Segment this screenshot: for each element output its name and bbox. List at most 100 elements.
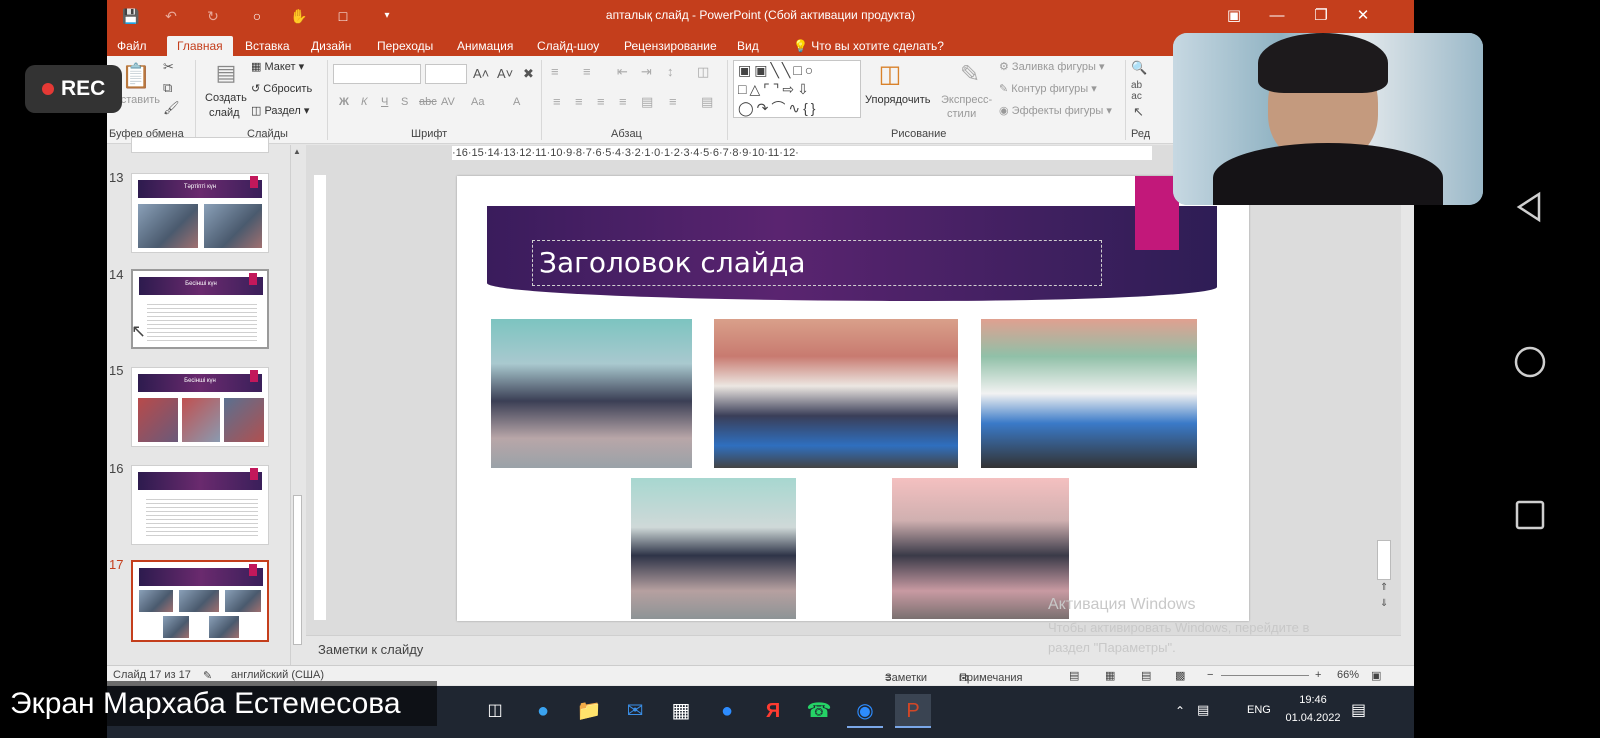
zoom-level[interactable]: 66%	[1337, 669, 1359, 681]
back-nav-icon[interactable]	[1513, 190, 1547, 224]
arrange-button[interactable]: Упорядочить	[865, 94, 930, 106]
previous-slide-icon[interactable]: ⇑	[1380, 582, 1388, 593]
bullets-icon[interactable]: ≡	[551, 64, 559, 79]
task-view-icon[interactable]: ◫	[477, 694, 513, 728]
yandex-icon[interactable]: Я	[755, 694, 791, 728]
slide-photo[interactable]	[631, 478, 796, 619]
scroll-up-icon[interactable]: ▲	[293, 147, 301, 156]
grow-font-icon[interactable]: A˄	[473, 66, 489, 81]
numbering-icon[interactable]: ≡	[583, 64, 591, 79]
powerpoint-taskbar-icon[interactable]: P	[895, 694, 931, 728]
char-spacing-button[interactable]: AV	[441, 96, 455, 108]
font-size-input[interactable]	[425, 64, 467, 84]
shape-fill-button[interactable]: ⚙ Заливка фигуры ▾	[999, 60, 1105, 73]
underline-button[interactable]: Ч	[381, 96, 388, 108]
slide-sorter-icon[interactable]: ▦	[1105, 669, 1115, 682]
bold-button[interactable]: Ж	[339, 96, 349, 108]
input-language[interactable]: ENG	[1247, 704, 1271, 716]
clock-time[interactable]: 19:46	[1283, 694, 1343, 706]
slide-photo[interactable]	[892, 478, 1069, 619]
file-explorer-icon[interactable]: 📁	[571, 694, 607, 728]
font-color-button[interactable]: A	[513, 96, 520, 108]
new-slide-label-1[interactable]: Создать	[205, 92, 247, 104]
fit-slide-icon[interactable]: ▣	[1371, 669, 1381, 682]
tab-file[interactable]: Файл	[107, 36, 157, 56]
zoom-in-icon[interactable]: +	[1315, 669, 1321, 681]
align-right-icon[interactable]: ≡	[597, 94, 605, 109]
shape-effects-button[interactable]: ◉ Эффекты фигуры ▾	[999, 104, 1112, 117]
slide-title-placeholder[interactable]: Заголовок слайда	[532, 240, 1102, 286]
strikethrough-button[interactable]: abc	[419, 96, 437, 108]
clear-format-icon[interactable]: ✖	[523, 66, 534, 82]
italic-button[interactable]: К	[361, 96, 367, 108]
line-spacing-icon[interactable]: ↕	[667, 64, 674, 79]
close-button[interactable]: ✕	[1343, 4, 1383, 28]
align-center-icon[interactable]: ≡	[575, 94, 583, 109]
distributed-icon[interactable]: ▤	[641, 94, 653, 110]
reading-view-icon[interactable]: ▤	[1141, 669, 1151, 682]
align-text-icon[interactable]: ▤	[701, 94, 713, 110]
text-direction-icon[interactable]: ≡	[669, 94, 677, 109]
scroll-thumb[interactable]	[293, 495, 302, 645]
edge-icon[interactable]: ●	[525, 694, 561, 728]
replace-icon[interactable]: ab ac	[1131, 80, 1142, 102]
arrange-icon[interactable]: ◫	[875, 60, 905, 90]
font-name-input[interactable]	[333, 64, 421, 84]
tab-transitions[interactable]: Переходы	[367, 36, 443, 56]
format-painter-icon[interactable]: 🖌	[163, 100, 180, 116]
columns-icon[interactable]: ◫	[697, 64, 709, 80]
tab-slideshow[interactable]: Слайд-шоу	[527, 36, 609, 56]
cut-icon[interactable]: ✂	[163, 59, 174, 75]
thumbnail-slide-17[interactable]	[131, 560, 269, 642]
zoom-slider[interactable]	[1221, 675, 1309, 676]
network-icon[interactable]: ▤	[1197, 702, 1209, 718]
align-left-icon[interactable]: ≡	[553, 94, 561, 109]
tab-review[interactable]: Рецензирование	[614, 36, 727, 56]
thumbnail-slide-16[interactable]	[131, 465, 269, 545]
home-nav-icon[interactable]	[1513, 345, 1547, 379]
editor-scroll-thumb[interactable]	[1377, 540, 1391, 580]
justify-icon[interactable]: ≡	[619, 94, 627, 109]
clock-date[interactable]: 01.04.2022	[1277, 712, 1349, 724]
quick-styles-label-1[interactable]: Экспресс-	[941, 94, 992, 106]
shapes-gallery[interactable]: ▣▣╲╲□○ □△⌜⌝⇨⇩ ◯↷⌒∿{}	[733, 60, 861, 118]
increase-indent-icon[interactable]: ⇥	[641, 64, 652, 80]
slide-photo[interactable]	[714, 319, 958, 468]
reset-button[interactable]: ↺ Сбросить	[251, 82, 312, 95]
quick-styles-label-2[interactable]: стили	[947, 108, 976, 120]
layout-button[interactable]: ▦ Макет ▾	[251, 60, 304, 73]
ribbon-display-icon[interactable]: ▣	[1214, 4, 1254, 28]
tell-me-search[interactable]: 💡 Что вы хотите сделать?	[783, 36, 954, 56]
language-indicator[interactable]: английский (США)	[231, 669, 324, 681]
minimize-button[interactable]: —	[1257, 4, 1297, 28]
zoom-out-icon[interactable]: −	[1207, 669, 1213, 681]
next-slide-icon[interactable]: ⇓	[1380, 598, 1388, 609]
normal-view-icon[interactable]: ▤	[1069, 669, 1079, 682]
new-slide-icon[interactable]: ▤	[211, 60, 241, 86]
shrink-font-icon[interactable]: A˅	[497, 66, 513, 81]
notifications-icon[interactable]: ▤	[1351, 700, 1366, 720]
zoom-app-icon[interactable]: ●	[709, 694, 745, 728]
change-case-button[interactable]: Aa	[471, 96, 484, 108]
tray-chevron-icon[interactable]: ⌃	[1175, 704, 1185, 718]
zoom-active-icon[interactable]: ◉	[847, 694, 883, 728]
tab-insert[interactable]: Вставка	[235, 36, 300, 56]
decrease-indent-icon[interactable]: ⇤	[617, 64, 628, 80]
store-icon[interactable]: ▦	[663, 694, 699, 728]
mail-icon[interactable]: ✉	[617, 694, 653, 728]
slide-photo[interactable]	[981, 319, 1197, 468]
quick-styles-icon[interactable]: ✎	[955, 60, 985, 90]
tab-home[interactable]: Главная	[167, 36, 233, 56]
restore-button[interactable]: ❐	[1301, 4, 1341, 28]
paste-icon[interactable]: 📋	[121, 62, 151, 92]
new-slide-label-2[interactable]: слайд	[209, 107, 240, 119]
notes-placeholder[interactable]: Заметки к слайду	[318, 642, 423, 657]
thumbnails-scrollbar[interactable]: ▲ ▼	[290, 145, 304, 677]
slide-photo[interactable]	[491, 319, 692, 468]
recents-nav-icon[interactable]	[1513, 498, 1547, 532]
shadow-button[interactable]: S	[401, 96, 408, 108]
thumbnail-partial[interactable]	[131, 137, 269, 153]
thumbnail-slide-15[interactable]: Бесінші күн	[131, 367, 269, 447]
find-icon[interactable]: 🔍	[1131, 60, 1147, 76]
whatsapp-icon[interactable]: ☎	[801, 694, 837, 728]
